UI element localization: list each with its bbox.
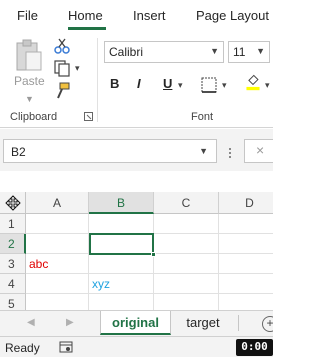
paste-dropdown-icon[interactable]: ▼ xyxy=(25,94,34,104)
font-family-select[interactable]: Calibri ▼ xyxy=(104,41,224,63)
clipboard-group-label: Clipboard xyxy=(10,111,58,123)
name-box[interactable]: B2 ▼ xyxy=(3,139,217,163)
active-tab-indicator xyxy=(68,27,106,30)
sheet-tab-target[interactable]: target xyxy=(174,311,232,335)
tab-page-layout[interactable]: Page Layout xyxy=(196,8,269,23)
tab-insert[interactable]: Insert xyxy=(133,8,166,23)
cell-a2[interactable] xyxy=(26,234,89,254)
excel-window: File Home Insert Page Layout Paste ▼ ▾ C… xyxy=(0,0,273,357)
cell-b3[interactable] xyxy=(89,254,154,274)
active-cell-selection xyxy=(89,233,154,255)
cancel-formula-button[interactable]: × xyxy=(244,139,273,163)
fill-color-icon[interactable] xyxy=(244,73,262,91)
tab-divider xyxy=(238,315,239,331)
cell-d2[interactable] xyxy=(219,234,273,254)
status-ready: Ready xyxy=(5,341,40,355)
row-header-4[interactable]: 4 xyxy=(0,274,26,294)
font-size-select[interactable]: 11 ▼ xyxy=(228,41,270,63)
more-options-icon[interactable] xyxy=(227,147,233,159)
group-divider xyxy=(97,38,98,122)
copy-icon[interactable] xyxy=(53,59,71,77)
select-all-corner[interactable] xyxy=(0,192,26,214)
dialog-launcher-icon[interactable] xyxy=(84,112,93,121)
sheet-tab-bar: ◀ ▶ original target + xyxy=(0,310,273,336)
status-bar: Ready 0:00 xyxy=(0,336,273,357)
tab-home[interactable]: Home xyxy=(68,8,103,23)
tab-file[interactable]: File xyxy=(17,8,38,23)
fill-handle[interactable] xyxy=(151,252,156,257)
cell-c3[interactable] xyxy=(154,254,219,274)
chevron-down-icon: ▼ xyxy=(256,46,265,56)
font-family-value: Calibri xyxy=(109,45,144,59)
format-painter-icon[interactable] xyxy=(53,82,71,100)
cell-b4[interactable]: xyz xyxy=(89,274,154,294)
paste-label[interactable]: Paste xyxy=(14,74,45,88)
fill-color-dropdown-icon[interactable]: ▾ xyxy=(265,80,270,91)
timer-badge: 0:00 xyxy=(236,339,273,356)
chevron-down-icon: ▼ xyxy=(210,46,219,56)
column-header-a[interactable]: A xyxy=(26,192,89,214)
font-group-label: Font xyxy=(191,111,214,123)
cell-c4[interactable] xyxy=(154,274,219,294)
worksheet-grid: A B C D 1 2 3 4 5 abc xyz xyxy=(0,192,273,314)
italic-button[interactable]: I xyxy=(137,76,141,91)
borders-dropdown-icon[interactable]: ▾ xyxy=(222,80,227,91)
font-size-value: 11 xyxy=(233,45,246,59)
copy-dropdown-icon[interactable]: ▾ xyxy=(75,63,80,74)
cut-icon[interactable] xyxy=(53,37,71,55)
cell-b1[interactable] xyxy=(89,214,154,234)
name-box-value: B2 xyxy=(11,145,26,159)
borders-icon[interactable] xyxy=(200,76,218,94)
macro-recording-icon[interactable] xyxy=(59,340,73,354)
column-header-d[interactable]: D xyxy=(219,192,273,214)
next-sheet-icon[interactable]: ▶ xyxy=(66,317,74,328)
sheet-tab-original[interactable]: original xyxy=(100,311,171,335)
row-header-2[interactable]: 2 xyxy=(0,234,26,254)
column-header-c[interactable]: C xyxy=(154,192,219,214)
row-header-3[interactable]: 3 xyxy=(0,254,26,274)
ribbon-home: Paste ▼ ▾ Clipboard Calibri ▼ 11 ▼ B I U… xyxy=(0,32,273,128)
paste-icon[interactable] xyxy=(14,38,44,74)
ribbon-tabs: File Home Insert Page Layout xyxy=(0,0,273,32)
row-header-1[interactable]: 1 xyxy=(0,214,26,234)
cell-c1[interactable] xyxy=(154,214,219,234)
underline-dropdown-icon[interactable]: ▾ xyxy=(178,80,183,91)
select-all-cursor-icon xyxy=(4,195,21,211)
cell-c2[interactable] xyxy=(154,234,219,254)
cell-d3[interactable] xyxy=(219,254,273,274)
add-sheet-icon[interactable]: + xyxy=(262,316,273,332)
prev-sheet-icon[interactable]: ◀ xyxy=(27,317,35,328)
cell-a1[interactable] xyxy=(26,214,89,234)
column-header-b[interactable]: B xyxy=(89,192,154,214)
underline-button[interactable]: U xyxy=(163,76,172,91)
cell-a3[interactable]: abc xyxy=(26,254,89,274)
cell-a4[interactable] xyxy=(26,274,89,294)
formula-bar: B2 ▼ × xyxy=(0,135,273,171)
cell-d1[interactable] xyxy=(219,214,273,234)
cancel-icon: × xyxy=(256,142,265,158)
bold-button[interactable]: B xyxy=(110,76,119,91)
cell-d4[interactable] xyxy=(219,274,273,294)
chevron-down-icon: ▼ xyxy=(199,146,208,156)
